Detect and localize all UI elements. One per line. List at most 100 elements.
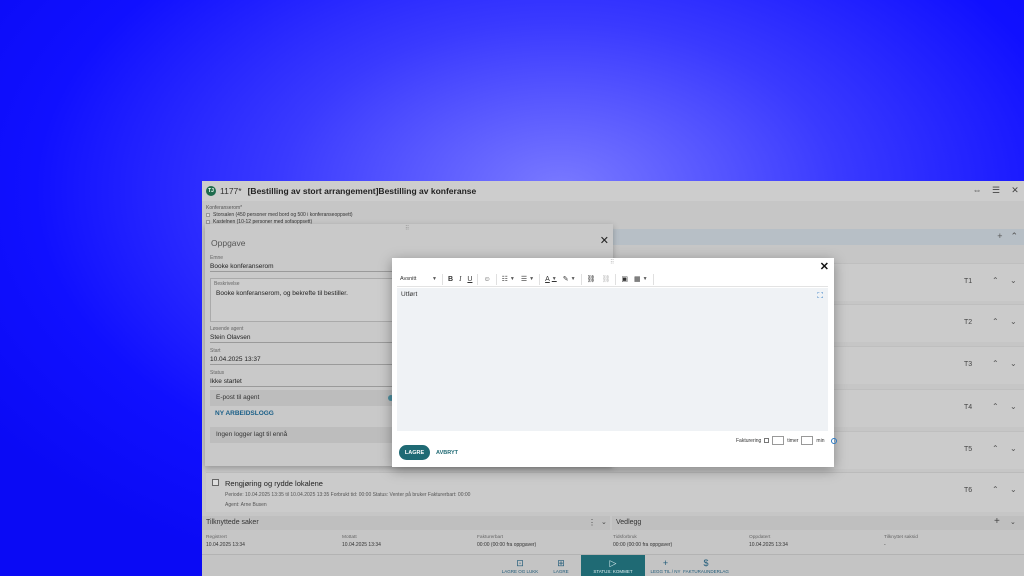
beskrivelse-field[interactable]: Beskrivelse Booke konferanserom, og bekr…: [210, 278, 396, 322]
task-checkbox[interactable]: [212, 479, 219, 486]
drag-handle-icon[interactable]: ⠿: [405, 225, 409, 232]
cancel-button[interactable]: AVBRYT: [436, 445, 458, 460]
collapse-icon[interactable]: ⇔: [972, 185, 982, 196]
timer-input[interactable]: [772, 436, 785, 445]
menu-icon[interactable]: ☰: [991, 185, 1001, 196]
editor-content-area[interactable]: Utført ⛶: [397, 288, 828, 431]
bold-icon[interactable]: B: [445, 272, 456, 287]
task-label: T1: [964, 278, 973, 285]
chevron-down-icon[interactable]: ⌄: [1010, 485, 1017, 494]
chevron-down-icon[interactable]: ⌄: [1010, 276, 1017, 285]
play-icon: ▷: [609, 558, 617, 568]
close-icon[interactable]: ✕: [600, 234, 609, 247]
chevron-up-icon[interactable]: ⌃: [1010, 231, 1018, 242]
chevron-down-icon[interactable]: ⌄: [1010, 444, 1017, 453]
chevron-down-icon[interactable]: ⌄: [1010, 317, 1017, 326]
image-icon[interactable]: ▣: [618, 272, 631, 287]
vedlegg-header: Vedlegg + ⌄: [612, 516, 1024, 530]
save-icon: ⊞: [557, 558, 565, 568]
bottom-action-bar: ⊡ LAGRE OG LUKK ⊞ LAGRE ▷ STATUS: KOMMET…: [202, 554, 1024, 576]
case-number: 1177*: [220, 186, 242, 196]
task-label: T2: [964, 319, 973, 326]
close-icon[interactable]: ✕: [1010, 185, 1020, 196]
legg-til-ny-button[interactable]: + LEGG TIL / NY: [648, 555, 683, 576]
info-registrert: Registrert 10.04.2025 13:34: [206, 535, 245, 548]
chevron-up-icon[interactable]: ⌃: [992, 402, 999, 411]
agent-field[interactable]: Løsende agent Stein Olavsen: [210, 326, 396, 343]
info-oppdatert: Oppdatert 10.04.2025 13:34: [749, 535, 788, 548]
oppgaver-header: + ⌃: [612, 229, 1024, 245]
task-row-t6[interactable]: Rengjøring og rydde lokalene Periode: 10…: [206, 472, 1024, 512]
window-titlebar: TJ 1177* [Bestilling av stort arrangemen…: [202, 181, 1024, 201]
min-label: min: [816, 437, 825, 444]
tilknyttede-saker-header: Tilknyttede saker ⋮ ⌄: [202, 516, 610, 530]
konferanserom-label: Konferanserom*: [206, 205, 243, 211]
ingen-logger-row: Ingen logger lagt til ennå: [210, 427, 396, 443]
chevron-down-icon[interactable]: ⌄: [601, 518, 607, 526]
info-tilknyttet-saksid: Tilknyttet saksid -: [884, 535, 918, 548]
chevron-down-icon[interactable]: ⌄: [1010, 518, 1016, 526]
min-input[interactable]: [801, 436, 814, 445]
lagre-button[interactable]: ⊞ LAGRE: [547, 555, 575, 576]
chevron-up-icon[interactable]: ⌃: [992, 485, 999, 494]
task-label: T3: [964, 361, 973, 368]
underline-icon[interactable]: U: [464, 272, 475, 287]
fakturering-label: Fakturering: [736, 437, 762, 444]
app-logo: TJ: [206, 186, 216, 196]
save-close-icon: ⊡: [516, 558, 524, 568]
konferanserom-option[interactable]: Storsalen (450 personer med bord og 500 …: [206, 212, 611, 218]
status-button[interactable]: ▷ STATUS: KOMMET: [581, 555, 645, 576]
add-icon[interactable]: +: [997, 231, 1002, 242]
add-icon[interactable]: +: [994, 516, 1000, 527]
text-color-icon[interactable]: A ▼: [542, 272, 560, 287]
italic-icon[interactable]: I: [456, 272, 464, 287]
case-title: [Bestilling av stort arrangement]Bestill…: [247, 186, 477, 196]
task-agent: Agent: Arne Busen: [225, 502, 267, 508]
link-icon[interactable]: ⛓: [584, 272, 599, 287]
chevron-down-icon: ▼: [432, 276, 437, 282]
chevron-up-icon[interactable]: ⌃: [992, 317, 999, 326]
info-icon[interactable]: i: [831, 437, 838, 444]
worklog-editor-modal: ⠿ ✕ Avsnitt ▼ B I U ☺ ☷ ▼ ☰ ▼ A ▼ ✎ ▼ ⛓ ⛓ ▣ …: [392, 258, 838, 467]
status-field[interactable]: Status Ikke startet: [210, 370, 396, 387]
dollar-icon: $: [703, 558, 709, 568]
epost-toggle-row[interactable]: E-post til agent: [210, 390, 396, 406]
numbered-list-icon[interactable]: ☰ ▼: [518, 272, 537, 287]
unlink-icon[interactable]: ⛓: [598, 272, 613, 287]
info-fakturerbart: Fakturerbart 00:00 (00:00 fra oppgaver): [477, 535, 537, 548]
drag-handle-icon[interactable]: ⠿: [610, 259, 614, 266]
chevron-up-icon[interactable]: ⌃: [992, 276, 999, 285]
table-icon[interactable]: ▦ ▼: [631, 272, 651, 287]
fullscreen-icon[interactable]: ⛶: [817, 291, 823, 301]
more-vert-icon[interactable]: ⋮: [588, 518, 596, 527]
task-label: T6: [964, 487, 973, 494]
emne-field[interactable]: Emne Booke konferanserom: [210, 255, 396, 272]
chevron-up-icon[interactable]: ⌃: [992, 359, 999, 368]
start-field[interactable]: Start 10.04.2025 13:37: [210, 348, 396, 365]
task-label: T4: [964, 404, 973, 411]
task-meta: Periode: 10.04.2025 13:35 til 10.04.2025…: [225, 492, 471, 498]
editor-toolbar: Avsnitt ▼ B I U ☺ ☷ ▼ ☰ ▼ A ▼ ✎ ▼ ⛓ ⛓ ▣ ▦ ▼: [397, 272, 828, 287]
timer-label: timer: [787, 437, 799, 444]
paragraph-select[interactable]: Avsnitt ▼: [397, 272, 440, 287]
case-info-row: Registrert 10.04.2025 13:34 Mottatt 10.0…: [202, 533, 1024, 553]
info-tidsforbruk: Tidsforbruk 00:00 (00:00 fra oppgaver): [613, 535, 673, 548]
konferanserom-field: Konferanserom* Storsalen (450 personer m…: [206, 205, 611, 225]
oppgave-title: Oppgave: [211, 238, 246, 248]
plus-icon: +: [662, 558, 669, 568]
highlight-color-icon[interactable]: ✎ ▼: [560, 272, 579, 287]
chevron-down-icon[interactable]: ⌄: [1010, 359, 1017, 368]
chevron-down-icon[interactable]: ⌄: [1010, 402, 1017, 411]
save-button[interactable]: LAGRE: [399, 445, 430, 460]
editor-text: Utført: [401, 291, 418, 298]
emoji-icon[interactable]: ☺: [480, 272, 493, 287]
chevron-up-icon[interactable]: ⌃: [992, 444, 999, 453]
lagre-og-lukk-button[interactable]: ⊡ LAGRE OG LUKK: [500, 555, 540, 576]
fakturering-checkbox[interactable]: [764, 438, 770, 443]
fakturaunderlag-button[interactable]: $ FAKTURAUNDERLAG: [683, 555, 729, 576]
fakturering-row: Fakturering timer min i: [736, 436, 838, 445]
task-title: Rengjøring og rydde lokalene: [225, 479, 323, 488]
ny-arbeidslogg-button[interactable]: NY ARBEIDSLOGG: [215, 410, 274, 417]
bullet-list-icon[interactable]: ☷ ▼: [499, 272, 518, 287]
info-mottatt: Mottatt 10.04.2025 13:34: [342, 535, 381, 548]
